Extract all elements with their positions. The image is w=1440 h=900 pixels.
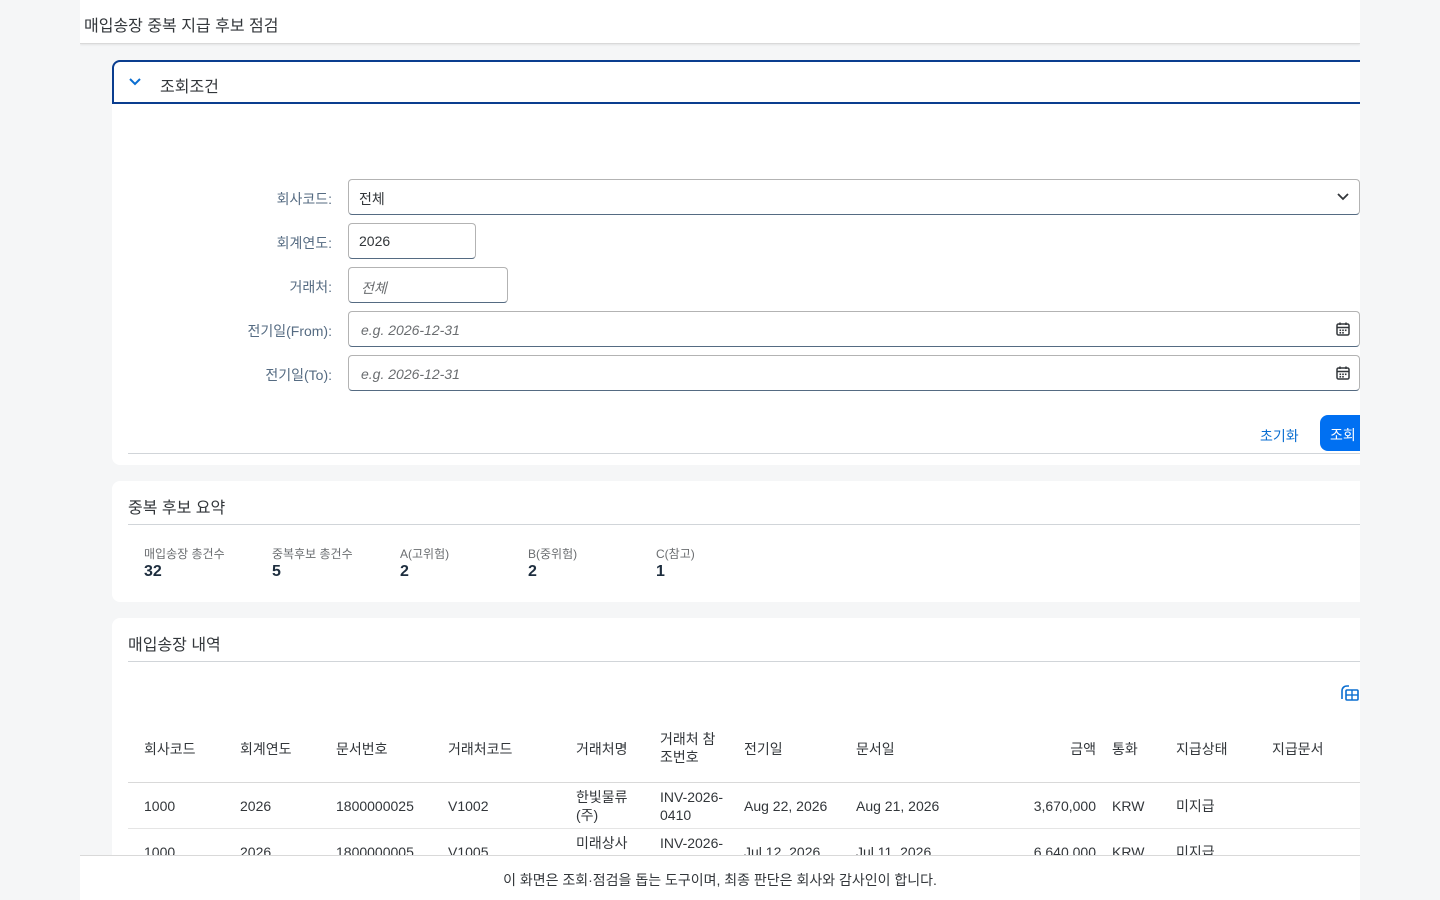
- cell-payment-status: 미지급: [1176, 798, 1215, 814]
- posting-from-placeholder: e.g. 2026-12-31: [361, 322, 460, 338]
- filter-panel-title: 조회조건: [160, 79, 219, 96]
- reset-button[interactable]: 초기화: [1260, 426, 1299, 446]
- app-header: 매입송장 중복 지급 후보 점검: [80, 0, 1360, 44]
- cell-vendor-code: V1002: [448, 798, 489, 814]
- vendor-input[interactable]: 전체: [348, 267, 508, 303]
- kpi-value: 2: [400, 563, 409, 580]
- cell-company-code: 1000: [144, 798, 176, 814]
- app-shell: 매입송장 중복 지급 후보 점검 조회조건 회사코드: 전체 회계연도: 202…: [80, 0, 1360, 900]
- column-header[interactable]: 지급문서: [1272, 740, 1324, 758]
- kpi-total-invoices: 매입송장 총건수 32: [144, 545, 264, 581]
- cell-currency: KRW: [1112, 798, 1145, 814]
- cell-amount: 3,670,000: [1033, 798, 1096, 814]
- footer-text: 이 화면은 조회·점검을 돕는 도구이며, 최종 판단은 회사와 감사인이 합니…: [503, 872, 937, 888]
- calendar-icon[interactable]: [1335, 321, 1351, 337]
- kpi-value: 1: [656, 563, 665, 580]
- column-header[interactable]: 거래처 참조번호: [660, 730, 724, 766]
- filter-panel-header[interactable]: 조회조건: [112, 60, 1360, 104]
- company-code-label: 회사코드:: [276, 191, 332, 207]
- chevron-down-icon[interactable]: [126, 73, 144, 91]
- kpi-duplicate-candidates: 중복후보 총건수 5: [272, 545, 392, 581]
- column-header[interactable]: 전기일: [744, 740, 783, 758]
- table-header: 회사코드 회계연도 문서번호 거래처코드 거래처명 거래처 참조번호 전기일 문…: [128, 715, 1360, 783]
- table-settings-icon[interactable]: [1340, 684, 1360, 702]
- kpi-label: 중복후보 총건수: [272, 547, 353, 561]
- posting-from-label: 전기일(From):: [247, 323, 332, 339]
- footer-notice: 이 화면은 조회·점검을 돕는 도구이며, 최종 판단은 회사와 감사인이 합니…: [80, 855, 1360, 900]
- cell-posting-date: Aug 22, 2026: [744, 798, 828, 814]
- column-header[interactable]: 지급상태: [1176, 740, 1228, 758]
- fiscal-year-label: 회계연도:: [276, 235, 332, 251]
- company-code-select[interactable]: 전체: [348, 179, 1360, 215]
- filter-panel: 조회조건 회사코드: 전체 회계연도: 2026 거래처: 전체 전기일(Fro…: [112, 60, 1360, 465]
- page-title: 매입송장 중복 지급 후보 점검: [84, 18, 279, 35]
- calendar-icon[interactable]: [1335, 365, 1351, 381]
- kpi-value: 2: [528, 563, 537, 580]
- kpi-label: 매입송장 총건수: [144, 547, 225, 561]
- table-row[interactable]: 1000 2026 1800000025 V1002 한빛물류(주) INV-2…: [128, 783, 1360, 829]
- column-header[interactable]: 회계연도: [240, 740, 292, 758]
- cell-document-number: 1800000025: [336, 798, 414, 814]
- column-header[interactable]: 거래처코드: [448, 740, 512, 758]
- divider: [128, 453, 1360, 454]
- posting-to-label: 전기일(To):: [265, 367, 332, 383]
- company-code-value: 전체: [359, 191, 385, 207]
- column-header[interactable]: 문서일: [856, 740, 895, 758]
- kpi-value: 32: [144, 563, 162, 580]
- summary-panel: 중복 후보 요약 매입송장 총건수 32 중복후보 총건수 5 A(고위험) 2…: [112, 481, 1360, 602]
- search-button[interactable]: 조회: [1320, 415, 1360, 451]
- fiscal-year-value: 2026: [359, 233, 391, 249]
- summary-title: 중복 후보 요약: [128, 500, 226, 517]
- column-header[interactable]: 거래처명: [576, 740, 628, 758]
- company-code-row: 회사코드: 전체: [112, 179, 1360, 215]
- vendor-label: 거래처:: [289, 279, 332, 295]
- cell-vendor-reference: INV-2026-0410: [660, 789, 724, 823]
- cell-fiscal-year: 2026: [240, 798, 272, 814]
- kpi-high-risk: A(고위험) 2: [400, 545, 520, 581]
- cell-vendor-name: 한빛물류(주): [576, 789, 628, 823]
- invoice-list-title: 매입송장 내역: [128, 637, 221, 654]
- posting-to-datepicker[interactable]: e.g. 2026-12-31: [348, 355, 1360, 391]
- fiscal-year-row: 회계연도: 2026: [112, 223, 1360, 259]
- vendor-placeholder: 전체: [361, 280, 387, 296]
- posting-from-datepicker[interactable]: e.g. 2026-12-31: [348, 311, 1360, 347]
- kpi-value: 5: [272, 563, 281, 580]
- cell-document-date: Aug 21, 2026: [856, 798, 940, 814]
- kpi-label: B(중위험): [528, 547, 578, 561]
- column-header[interactable]: 회사코드: [144, 740, 196, 758]
- column-header[interactable]: 통화: [1112, 740, 1138, 758]
- posting-to-row: 전기일(To): e.g. 2026-12-31: [112, 355, 1360, 391]
- column-header[interactable]: 문서번호: [336, 740, 388, 758]
- posting-to-placeholder: e.g. 2026-12-31: [361, 366, 460, 382]
- kpi-reference: C(참고) 1: [656, 545, 776, 581]
- column-header[interactable]: 금액: [1000, 740, 1096, 758]
- posting-from-row: 전기일(From): e.g. 2026-12-31: [112, 311, 1360, 347]
- divider: [128, 661, 1360, 662]
- kpi-label: C(참고): [656, 547, 695, 561]
- kpi-label: A(고위험): [400, 547, 450, 561]
- search-button-label: 조회: [1330, 427, 1356, 443]
- chevron-down-icon[interactable]: [1335, 189, 1351, 205]
- vendor-row: 거래처: 전체: [112, 267, 1360, 303]
- kpi-medium-risk: B(중위험) 2: [528, 545, 648, 581]
- fiscal-year-input[interactable]: 2026: [348, 223, 476, 259]
- divider: [128, 524, 1360, 525]
